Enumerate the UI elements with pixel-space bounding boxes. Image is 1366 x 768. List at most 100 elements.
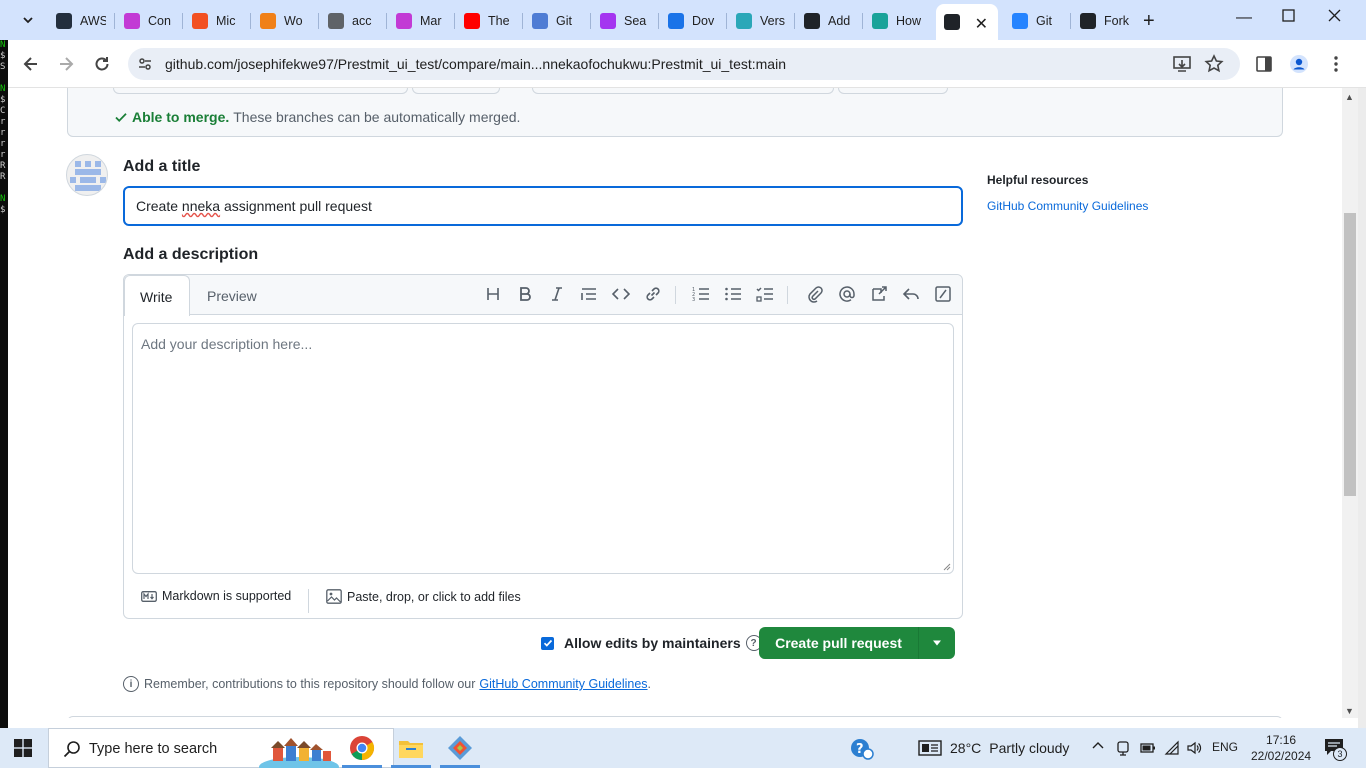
tab-title: Mic [216,14,236,28]
head-branch-select[interactable] [838,88,948,94]
forward-icon[interactable] [56,54,76,74]
browser-tab[interactable]: Wo [252,6,316,36]
terminal-line: N [0,194,6,204]
address-bar[interactable]: github.com/josephifekwe97/Prestmit_ui_te… [128,48,1240,80]
tab-preview[interactable]: Preview [207,288,257,304]
new-tab-button[interactable]: + [1143,10,1155,33]
back-icon[interactable] [21,54,41,74]
browser-tab[interactable]: Git [524,6,588,36]
bold-icon[interactable] [516,285,534,303]
browser-tab[interactable]: Sea [592,6,656,36]
tab-write[interactable]: Write [124,275,190,316]
tab-search-button[interactable] [16,8,40,32]
tab-title: Mar [420,14,442,28]
meet-now-icon[interactable] [1116,740,1130,756]
browser-tab[interactable]: Dov [660,6,724,36]
windows-start-icon[interactable] [14,739,32,757]
browser-tab-bar: AWS Con Mic Wo acc Mar The Git Sea Dov Vers Add How ✕… [0,0,1366,40]
description-textarea[interactable]: Add your description here... [132,323,954,574]
file-explorer-icon[interactable] [397,734,425,762]
system-clock[interactable]: 17:16 22/02/2024 [1251,732,1311,764]
quote-icon[interactable] [580,285,598,303]
wifi-icon[interactable] [1164,740,1180,756]
chrome-icon[interactable] [348,734,376,762]
create-pull-request-button[interactable]: Create pull request [759,627,919,659]
terminal-line: $ [0,205,6,215]
reload-icon[interactable] [92,54,112,74]
scrollbar-thumb[interactable] [1344,213,1356,496]
base-ref-select[interactable] [412,88,500,94]
browser-tab[interactable]: AWS [48,6,112,36]
browser-tab[interactable]: How [864,6,928,36]
base-branch-select[interactable] [113,88,408,94]
search-highlight-illustration-icon [259,738,339,768]
community-guidelines-link[interactable]: GitHub Community Guidelines [479,677,647,691]
terminal-line: R [0,172,6,182]
page-scrollbar[interactable]: ▲ ▼ [1342,88,1358,718]
tab-active[interactable]: ✕ [936,4,998,40]
browser-tab[interactable]: Mic [184,6,248,36]
volume-icon[interactable] [1186,740,1202,756]
maximize-button[interactable] [1282,9,1295,27]
link-icon[interactable] [644,285,662,303]
side-panel-icon[interactable] [1254,54,1274,74]
github-compare-page: ... Able to merge. These branches can be… [8,88,1342,718]
cube-icon [124,13,140,29]
input-language[interactable]: ENG [1212,740,1238,754]
merge-detail: These branches can be automatically merg… [233,109,521,125]
slash-command-icon[interactable] [934,285,952,303]
scroll-up-arrow[interactable]: ▲ [1345,92,1354,102]
bookmark-star-icon[interactable] [1204,54,1224,74]
italic-icon[interactable] [548,285,566,303]
task-list-icon[interactable] [756,285,774,303]
tab-title: Con [148,14,171,28]
browser-tab[interactable]: Git [1004,6,1068,36]
mention-icon[interactable] [838,285,856,303]
site-info-icon[interactable] [137,56,153,72]
browser-tab[interactable]: Fork [1072,6,1136,36]
unordered-list-icon[interactable] [724,285,742,303]
git-gui-icon[interactable] [446,734,474,762]
scroll-down-arrow[interactable]: ▼ [1345,706,1354,716]
browser-tab[interactable]: The [456,6,520,36]
tab-close-icon[interactable]: ✕ [975,14,988,34]
browser-tab[interactable]: Add [796,6,860,36]
terminal-line: N [0,84,6,94]
ordered-list-icon[interactable]: 123 [692,285,710,303]
chevron-down-icon [23,17,33,24]
weather-widget[interactable]: 28°C Partly cloudy [918,739,1069,757]
taskbar-search-box[interactable]: Type here to search [48,728,394,768]
reply-icon[interactable] [902,285,920,303]
browser-tab[interactable]: Mar [388,6,452,36]
battery-icon[interactable] [1140,740,1156,756]
profile-avatar-icon[interactable] [1289,54,1309,74]
sidebar-guidelines-link[interactable]: GitHub Community Guidelines [987,199,1148,213]
kebab-menu-icon[interactable] [1326,54,1346,74]
help-tips-icon[interactable]: ? [850,738,874,760]
attach-files-button[interactable]: Paste, drop, or click to add files [326,589,521,604]
markdown-supported-link[interactable]: Markdown is supported [141,589,291,603]
allow-edits-checkbox[interactable] [541,636,554,650]
code-icon[interactable] [612,285,630,303]
browser-tab[interactable]: acc [320,6,384,36]
cross-reference-icon[interactable] [870,285,888,303]
resize-handle-icon[interactable] [943,563,951,571]
browser-tab[interactable]: Con [116,6,180,36]
head-repo-select[interactable] [532,88,834,94]
close-window-button[interactable] [1328,9,1341,27]
terminal-line: N [0,40,6,50]
install-app-icon[interactable] [1172,54,1192,74]
download-icon [668,13,684,29]
create-options-dropdown[interactable] [919,627,955,659]
notification-center-button[interactable]: 3 [1324,738,1347,761]
terminal-line: S [0,62,6,72]
newspaper-icon [918,740,942,756]
chevron-up-icon[interactable] [1092,740,1104,752]
minimize-button[interactable]: — [1236,9,1252,27]
terminal-line: r [0,139,6,149]
paperclip-icon[interactable] [806,285,824,303]
user-avatar[interactable] [66,154,108,196]
pr-title-input[interactable]: Create nneka assignment pull request [123,186,963,226]
heading-icon[interactable] [484,285,502,303]
browser-tab[interactable]: Vers [728,6,792,36]
